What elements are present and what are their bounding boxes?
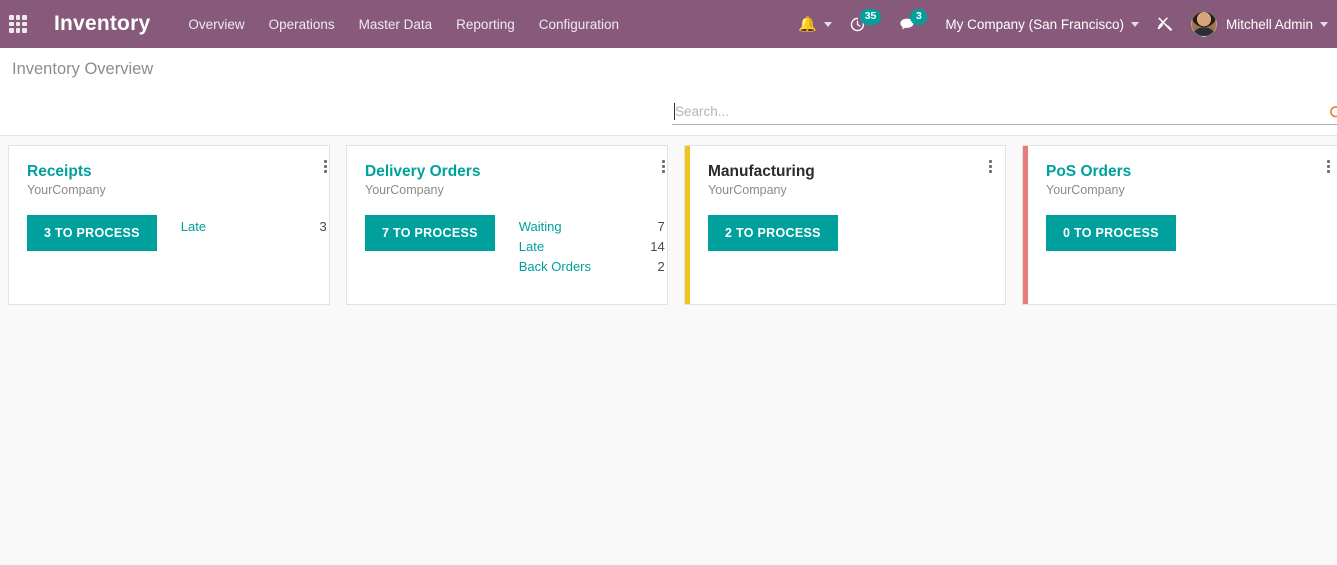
card-company: YourCompany	[27, 183, 106, 198]
systray: 🔔 35 3 My Company (San Francisco) Mitche…	[789, 0, 1337, 48]
stat-label[interactable]: Back Orders	[519, 257, 591, 277]
company-name-label: My Company (San Francisco)	[945, 16, 1124, 32]
stat-label[interactable]: Waiting	[519, 217, 562, 237]
card-title[interactable]: PoS Orders	[1046, 162, 1329, 181]
kanban-card-pos-orders[interactable]: PoS Orders YourCompany 0 TO PROCESS	[1022, 145, 1337, 305]
card-company: YourCompany	[365, 183, 444, 198]
user-avatar	[1190, 11, 1217, 37]
chevron-down-icon	[1320, 21, 1328, 27]
menu-operations[interactable]: Operations	[257, 11, 347, 38]
card-stats: Waiting 7 Late 14 Back Orders 2	[519, 215, 665, 277]
debug-wrench-icon	[1157, 17, 1172, 31]
stat-value: 3	[319, 219, 327, 235]
search-icon[interactable]	[1329, 105, 1337, 121]
user-menu[interactable]: Mitchell Admin	[1182, 0, 1337, 48]
kanban-card-receipts[interactable]: Receipts YourCompany 3 TO PROCESS Late 3	[8, 145, 330, 305]
stat-label[interactable]: Late	[181, 217, 206, 237]
message-count-badge: 3	[910, 9, 928, 25]
chevron-down-icon	[823, 21, 832, 27]
menu-reporting[interactable]: Reporting	[444, 11, 527, 38]
activity-count-badge: 35	[859, 9, 882, 25]
card-title[interactable]: Manufacturing	[708, 162, 991, 181]
messages-menu[interactable]: 3	[890, 0, 936, 48]
user-name-label: Mitchell Admin	[1225, 16, 1313, 32]
kanban-card-menu-icon[interactable]	[319, 158, 333, 174]
activities-menu[interactable]: 35	[841, 0, 891, 48]
menu-overview[interactable]: Overview	[176, 11, 256, 38]
app-brand-inventory[interactable]: Inventory	[54, 12, 150, 36]
stat-label[interactable]: Late	[519, 237, 544, 257]
search-input[interactable]	[672, 104, 1312, 120]
kanban-card-menu-icon[interactable]	[657, 158, 671, 174]
stat-row: Waiting 7	[519, 217, 665, 237]
to-process-button[interactable]: 2 TO PROCESS	[708, 215, 838, 252]
to-process-button[interactable]: 7 TO PROCESS	[365, 215, 495, 252]
menu-configuration[interactable]: Configuration	[527, 11, 631, 38]
stat-row: Late 14	[519, 237, 665, 257]
company-switcher[interactable]: My Company (San Francisco)	[936, 0, 1148, 48]
debug-menu[interactable]	[1148, 0, 1182, 48]
card-stats: Late 3	[181, 215, 327, 237]
stat-value: 14	[650, 239, 665, 255]
top-navbar: Inventory Overview Operations Master Dat…	[0, 0, 1337, 48]
card-company: YourCompany	[708, 183, 787, 198]
kanban-card-menu-icon[interactable]	[1321, 158, 1335, 174]
card-company: YourCompany	[1046, 183, 1125, 198]
kanban-board: Receipts YourCompany 3 TO PROCESS Late 3…	[0, 137, 1337, 565]
card-title[interactable]: Delivery Orders	[365, 162, 665, 181]
to-process-button[interactable]: 3 TO PROCESS	[27, 215, 157, 252]
text-cursor	[674, 103, 675, 120]
to-process-button[interactable]: 0 TO PROCESS	[1046, 215, 1176, 252]
stat-row: Late 3	[181, 217, 327, 237]
kanban-card-manufacturing[interactable]: Manufacturing YourCompany 2 TO PROCESS	[684, 145, 1006, 305]
kanban-card-menu-icon[interactable]	[983, 158, 997, 174]
breadcrumb: Inventory Overview	[12, 60, 154, 78]
chevron-down-icon	[1130, 21, 1139, 27]
menu-master-data[interactable]: Master Data	[347, 11, 445, 38]
apps-menu-toggle[interactable]	[0, 0, 36, 48]
control-panel: Inventory Overview ▼ Filters ≡ Group By …	[0, 48, 1337, 167]
card-title[interactable]: Receipts	[27, 162, 327, 181]
stat-row: Back Orders 2	[519, 257, 665, 277]
notifications-menu[interactable]: 🔔	[789, 0, 841, 48]
main-menu: Overview Operations Master Data Reportin…	[176, 11, 631, 38]
bell-icon: 🔔	[798, 15, 817, 33]
search-view	[672, 103, 1337, 125]
apps-grid-icon	[9, 15, 27, 33]
stat-value: 2	[657, 259, 665, 275]
stat-value: 7	[657, 219, 665, 235]
kanban-card-delivery-orders[interactable]: Delivery Orders YourCompany 7 TO PROCESS…	[346, 145, 668, 305]
